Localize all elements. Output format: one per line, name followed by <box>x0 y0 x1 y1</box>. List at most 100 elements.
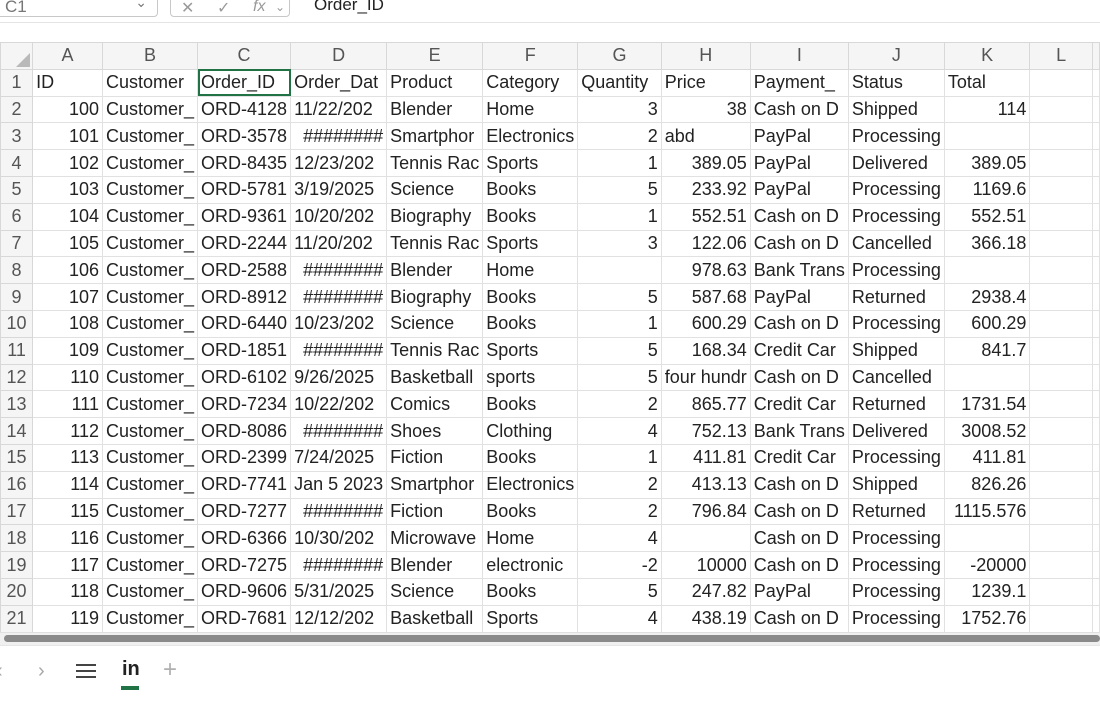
cell[interactable] <box>1092 417 1100 445</box>
cell[interactable] <box>943 122 1031 151</box>
cell[interactable]: ORD-2244 <box>197 229 292 258</box>
cell[interactable]: 122.06 <box>660 229 751 258</box>
cell[interactable]: Processing <box>847 443 945 472</box>
cell[interactable]: Books <box>482 202 579 231</box>
cell[interactable]: Credit Car <box>749 336 849 365</box>
cell[interactable]: Product <box>386 68 484 97</box>
cell[interactable]: 103 <box>32 175 103 204</box>
cell[interactable]: Books <box>482 175 579 204</box>
cell[interactable]: 4 <box>577 604 662 632</box>
cell[interactable] <box>1092 256 1100 285</box>
row-header[interactable]: 6 <box>0 202 34 231</box>
cell[interactable]: 2 <box>577 497 662 526</box>
cell[interactable]: Bank Trans <box>749 256 849 285</box>
cell[interactable]: Cash on D <box>749 95 849 124</box>
cell[interactable]: 247.82 <box>660 577 751 606</box>
cell[interactable]: ORD-2588 <box>197 256 292 285</box>
cell[interactable]: 389.05 <box>660 149 751 177</box>
cell[interactable]: Tennis Rac <box>386 229 484 258</box>
fx-chevron-icon[interactable]: ⌄ <box>275 0 285 14</box>
cell[interactable]: Customer_ <box>101 363 199 392</box>
cell[interactable]: 1731.54 <box>943 390 1031 419</box>
cell[interactable]: Tennis Rac <box>386 149 484 177</box>
cell[interactable]: 1752.76 <box>943 604 1031 632</box>
cell[interactable]: Science <box>386 309 484 338</box>
cell[interactable] <box>1092 604 1100 632</box>
cell[interactable]: Processing <box>847 551 945 579</box>
cell[interactable]: 865.77 <box>660 390 751 419</box>
cell[interactable]: Processing <box>847 577 945 606</box>
cell[interactable]: Cash on D <box>749 497 849 526</box>
cell[interactable]: Cash on D <box>749 309 849 338</box>
cell[interactable]: 600.29 <box>943 309 1031 338</box>
cell[interactable]: Cash on D <box>749 202 849 231</box>
cell[interactable]: Customer_ <box>101 577 199 606</box>
cell[interactable]: Status <box>847 68 945 97</box>
row-header[interactable]: 7 <box>0 229 34 258</box>
row-header[interactable]: 12 <box>0 363 34 392</box>
cell[interactable]: 9/26/2025 <box>290 363 388 392</box>
cell[interactable]: Returned <box>847 283 945 311</box>
cell[interactable]: 3008.52 <box>943 417 1031 445</box>
cell[interactable]: Smartphor <box>386 470 484 499</box>
cell[interactable]: 411.81 <box>660 443 751 472</box>
cell[interactable]: 112 <box>32 417 103 445</box>
cell[interactable]: 2 <box>577 470 662 499</box>
cell[interactable] <box>1029 202 1093 231</box>
cell[interactable] <box>1092 149 1100 177</box>
cell[interactable]: Cash on D <box>749 229 849 258</box>
cell[interactable] <box>1092 122 1100 151</box>
column-header-d[interactable]: D <box>290 42 388 70</box>
row-header[interactable]: 17 <box>0 497 34 526</box>
cell[interactable] <box>1092 202 1100 231</box>
cell[interactable]: 110 <box>32 363 103 392</box>
cell[interactable]: 366.18 <box>943 229 1031 258</box>
cell[interactable]: 101 <box>32 122 103 151</box>
cell[interactable]: Customer_ <box>101 524 199 553</box>
cell[interactable]: 841.7 <box>943 336 1031 365</box>
cell[interactable]: Customer_ <box>101 283 199 311</box>
column-header-a[interactable]: A <box>32 42 103 70</box>
cell[interactable]: ORD-7741 <box>197 470 292 499</box>
cell[interactable] <box>1092 363 1100 392</box>
cell[interactable] <box>1029 175 1093 204</box>
row-header[interactable]: 18 <box>0 524 34 553</box>
cell[interactable]: 1 <box>577 443 662 472</box>
cell[interactable] <box>1029 363 1093 392</box>
cell[interactable]: Customer <box>101 68 199 97</box>
cell[interactable] <box>943 524 1031 553</box>
cell[interactable]: Shoes <box>386 417 484 445</box>
cell[interactable]: Quantity <box>577 68 662 97</box>
cell[interactable]: Cancelled <box>847 229 945 258</box>
cell[interactable]: ORD-3578 <box>197 122 292 151</box>
cell[interactable]: 108 <box>32 309 103 338</box>
cell[interactable]: Blender <box>386 256 484 285</box>
select-all-corner[interactable] <box>0 42 34 70</box>
cell[interactable]: Electronics <box>482 470 579 499</box>
cell[interactable]: 2 <box>577 122 662 151</box>
chevron-left-icon[interactable]: ‹ <box>0 660 3 683</box>
cell[interactable]: electronic <box>482 551 579 579</box>
cell[interactable]: 552.51 <box>660 202 751 231</box>
cell[interactable]: Customer_ <box>101 443 199 472</box>
column-header-g[interactable]: G <box>577 42 662 70</box>
cell[interactable]: ######## <box>290 122 388 151</box>
cell[interactable]: Returned <box>847 390 945 419</box>
cell[interactable]: 826.26 <box>943 470 1031 499</box>
cell[interactable]: 11/20/202 <box>290 229 388 258</box>
cell[interactable]: 233.92 <box>660 175 751 204</box>
cell[interactable]: Customer_ <box>101 470 199 499</box>
cell[interactable]: ORD-6366 <box>197 524 292 553</box>
cell[interactable]: 1169.6 <box>943 175 1031 204</box>
cell[interactable]: Delivered <box>847 149 945 177</box>
cell[interactable] <box>1029 443 1093 472</box>
cell[interactable]: ######## <box>290 497 388 526</box>
cell[interactable]: 978.63 <box>660 256 751 285</box>
cell[interactable]: ORD-1851 <box>197 336 292 365</box>
cell[interactable]: 4 <box>577 417 662 445</box>
cell[interactable] <box>1029 497 1093 526</box>
cell[interactable]: 168.34 <box>660 336 751 365</box>
cell[interactable] <box>577 256 662 285</box>
cell[interactable] <box>1029 149 1093 177</box>
cell[interactable]: Customer_ <box>101 122 199 151</box>
